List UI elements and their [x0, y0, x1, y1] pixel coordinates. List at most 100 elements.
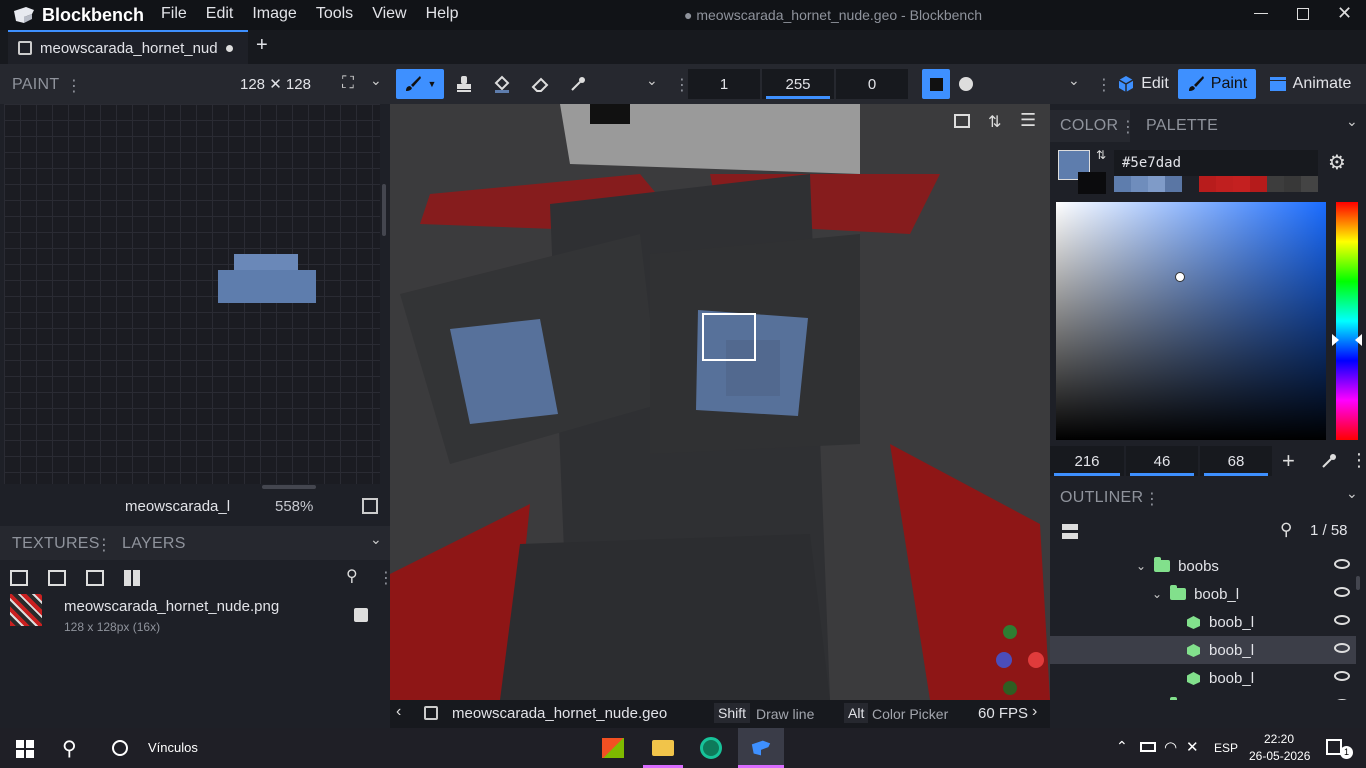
clone-stamp-button[interactable]	[452, 69, 476, 99]
new-tab-button[interactable]: +	[256, 34, 268, 57]
fullscreen-icon[interactable]: ⛶	[342, 73, 354, 93]
hue-handle-left[interactable]	[1332, 334, 1339, 346]
windows-start-icon[interactable]	[16, 740, 34, 758]
mode-chevron-icon[interactable]: ⌄	[1068, 72, 1080, 89]
textures-collapse-icon[interactable]: ⌄	[370, 531, 382, 548]
square-brush-button[interactable]	[922, 69, 950, 99]
menu-view[interactable]: View	[372, 5, 406, 23]
wifi-icon[interactable]: ◠	[1164, 738, 1177, 756]
hue-handle-right[interactable]	[1355, 334, 1362, 346]
visibility-eye-icon[interactable]	[1334, 587, 1350, 597]
color-menu-icon[interactable]: ⋮	[1120, 117, 1136, 137]
tab-textures[interactable]: TEXTURES	[12, 535, 100, 553]
image-view-icon[interactable]	[954, 114, 970, 128]
texture-list-item[interactable]: meowscarada_hornet_nude.png 128 x 128px …	[0, 592, 390, 636]
sv-picker-handle[interactable]	[1175, 272, 1185, 282]
chevron-down-icon[interactable]: ⌄	[370, 72, 382, 89]
canvas-vertical-scrollbar[interactable]	[382, 184, 386, 236]
language-indicator[interactable]: ESP	[1214, 741, 1238, 755]
visibility-eye-icon[interactable]	[1334, 671, 1350, 681]
volume-muted-icon[interactable]: ✕	[1186, 738, 1199, 756]
import-texture-icon[interactable]	[48, 570, 66, 586]
panel-menu-icon[interactable]: ⋮	[66, 76, 82, 96]
expand-chevron-icon[interactable]: ⌄	[1136, 559, 1146, 573]
expand-chevron-icon[interactable]: ⌄	[1152, 699, 1162, 700]
color-more-icon[interactable]: ⋮	[1350, 450, 1366, 471]
mode-menu-icon[interactable]: ⋮	[1096, 75, 1112, 95]
eyedropper-color-icon[interactable]	[1320, 452, 1338, 470]
palette-swatch[interactable]	[1165, 176, 1182, 192]
tab-color[interactable]: COLOR	[1060, 117, 1118, 135]
outliner-search-icon[interactable]: ⚲	[1280, 520, 1292, 540]
search-icon[interactable]: ⚲	[346, 566, 358, 586]
maximize-button[interactable]	[1297, 8, 1309, 20]
sliders-icon[interactable]: ⇅	[988, 112, 1001, 132]
status-next-icon[interactable]: ›	[1032, 703, 1037, 721]
fill-tool-button[interactable]	[490, 69, 514, 99]
outliner-row-cube-selected[interactable]: boob_l	[1050, 636, 1356, 664]
secondary-color-swatch[interactable]	[1078, 172, 1106, 194]
add-color-icon[interactable]: +	[1282, 448, 1295, 474]
color-settings-gear-icon[interactable]: ⚙	[1328, 150, 1346, 175]
store-app-icon[interactable]	[602, 738, 624, 758]
value-field[interactable]: 68	[1200, 446, 1272, 476]
hue-slider[interactable]	[1332, 202, 1362, 440]
brush-opacity-field[interactable]: 255	[762, 69, 834, 99]
hex-color-input[interactable]: #5e7dad	[1114, 150, 1318, 176]
palette-swatch[interactable]	[1216, 176, 1233, 192]
round-brush-button[interactable]	[952, 69, 980, 99]
menu-image[interactable]: Image	[252, 5, 296, 23]
brush-tool-button[interactable]: ▼	[396, 69, 444, 99]
menu-tools[interactable]: Tools	[316, 5, 353, 23]
app-icon[interactable]	[700, 737, 722, 759]
eraser-tool-button[interactable]	[528, 69, 552, 99]
outliner-row-boob-r-group[interactable]: ⌄ boob_r	[1050, 692, 1356, 700]
saturation-value-picker[interactable]	[1056, 202, 1326, 440]
outliner-row-cube[interactable]: boob_l	[1050, 608, 1356, 636]
color-collapse-icon[interactable]: ⌄	[1346, 113, 1358, 130]
edit-mode-button[interactable]: Edit	[1112, 69, 1174, 99]
hamburger-menu-icon[interactable]: ☰	[1020, 110, 1036, 131]
status-prev-icon[interactable]: ‹	[396, 703, 401, 721]
tab-layers[interactable]: LAYERS	[122, 535, 186, 553]
saturation-field[interactable]: 46	[1126, 446, 1198, 476]
visibility-eye-icon[interactable]	[1334, 615, 1350, 625]
outliner-row-cube[interactable]: boob_l	[1050, 664, 1356, 692]
uv-paint-canvas[interactable]	[4, 104, 380, 484]
visibility-eye-icon[interactable]	[1334, 643, 1350, 653]
outliner-row-boob-l-group[interactable]: ⌄ boob_l	[1050, 580, 1356, 608]
clock-date[interactable]: 26-05-2026	[1249, 749, 1310, 763]
hue-field[interactable]: 216	[1050, 446, 1124, 476]
copy-icon[interactable]	[362, 498, 378, 514]
more-tools-chevron-icon[interactable]: ⌄	[646, 72, 658, 89]
color-picker-tool-button[interactable]	[566, 69, 590, 99]
taskbar-search-icon[interactable]: ⚲	[62, 736, 77, 761]
visibility-eye-icon[interactable]	[1334, 559, 1350, 569]
add-group-icon[interactable]	[1062, 524, 1078, 540]
brush-size-field[interactable]: 1	[688, 69, 760, 99]
palette-swatch[interactable]	[1267, 176, 1284, 192]
3d-viewport[interactable]: ⇅ ☰	[390, 104, 1050, 700]
paint-mode-button[interactable]: Paint	[1178, 69, 1256, 99]
file-explorer-icon[interactable]	[652, 740, 674, 756]
visibility-eye-icon[interactable]	[1334, 699, 1350, 700]
show-hidden-icons[interactable]: ⌃	[1116, 738, 1128, 755]
brush-softness-field[interactable]: 0	[836, 69, 908, 99]
menu-file[interactable]: File	[161, 5, 187, 23]
animate-mode-button[interactable]: Animate	[1262, 69, 1358, 99]
battery-icon[interactable]	[1140, 742, 1156, 752]
palette-swatch[interactable]	[1148, 176, 1165, 192]
outliner-scrollbar[interactable]	[1356, 576, 1360, 590]
outliner-row-boobs[interactable]: ⌄ boobs	[1050, 552, 1356, 580]
close-window-button[interactable]: ✕	[1337, 3, 1352, 24]
palette-swatch[interactable]	[1250, 176, 1267, 192]
tab-palette[interactable]: PALETTE	[1146, 117, 1218, 135]
create-texture-icon[interactable]	[86, 570, 104, 586]
palette-swatch[interactable]	[1284, 176, 1301, 192]
palette-swatch[interactable]	[1301, 176, 1318, 192]
palette-swatch[interactable]	[1199, 176, 1216, 192]
canvas-horizontal-scrollbar[interactable]	[262, 485, 316, 489]
swap-colors-icon[interactable]: ⇅	[1096, 148, 1106, 162]
menu-help[interactable]: Help	[426, 5, 459, 23]
palette-swatch[interactable]	[1131, 176, 1148, 192]
